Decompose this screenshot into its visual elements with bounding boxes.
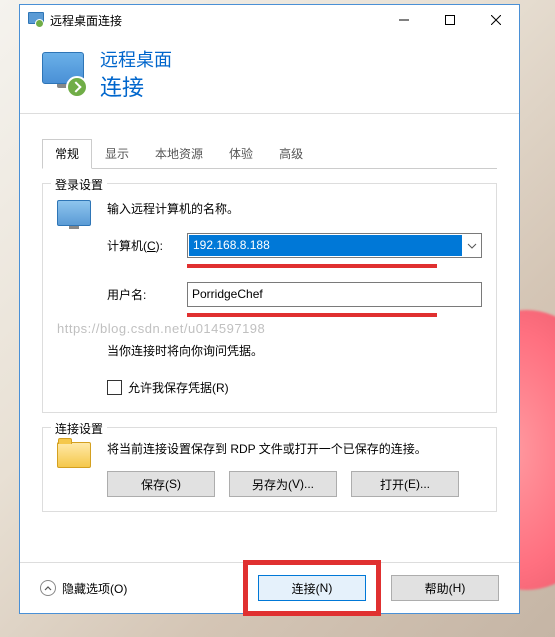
header-line2: 连接: [100, 70, 172, 102]
computer-icon: [57, 196, 107, 398]
close-button[interactable]: [473, 5, 519, 35]
chevron-up-icon: [40, 580, 56, 596]
login-group-title: 登录设置: [51, 176, 107, 193]
dialog-window: 远程桌面连接 远程桌面 连接 常规 显示 本地资源 体验 高级 登录: [19, 4, 520, 614]
checkbox-box-icon[interactable]: [107, 380, 122, 395]
folder-icon: [57, 440, 107, 497]
annotation-underline-username: [187, 313, 437, 317]
tab-experience[interactable]: 体验: [216, 139, 266, 169]
tab-general[interactable]: 常规: [42, 139, 92, 169]
login-prompt: 输入远程计算机的名称。: [107, 200, 482, 217]
conn-group-title: 连接设置: [51, 420, 107, 437]
username-input[interactable]: PorridgeChef: [187, 282, 482, 307]
minimize-button[interactable]: [381, 5, 427, 35]
open-button[interactable]: 打开(E)...: [351, 471, 459, 497]
watermark-text: https://blog.csdn.net/u014597198: [57, 321, 482, 336]
computer-combobox[interactable]: 192.168.8.188: [187, 233, 482, 258]
credentials-note: 当你连接时将向你询问凭据。: [107, 342, 482, 359]
app-icon: [28, 12, 44, 28]
computer-label: 计算机(C):: [107, 237, 187, 254]
save-as-button[interactable]: 另存为(V)...: [229, 471, 337, 497]
chevron-down-icon[interactable]: [463, 234, 481, 257]
tab-local-resources[interactable]: 本地资源: [142, 139, 216, 169]
annotation-underline-computer: [187, 264, 437, 268]
username-label: 用户名:: [107, 286, 187, 303]
annotation-connect-highlight: 连接(N): [243, 560, 381, 616]
tab-strip: 常规 显示 本地资源 体验 高级: [42, 138, 497, 169]
window-title: 远程桌面连接: [50, 12, 122, 29]
header-line1: 远程桌面: [100, 46, 172, 72]
titlebar: 远程桌面连接: [20, 5, 519, 35]
tab-display[interactable]: 显示: [92, 139, 142, 169]
conn-desc: 将当前连接设置保存到 RDP 文件或打开一个已保存的连接。: [107, 440, 482, 457]
maximize-button[interactable]: [427, 5, 473, 35]
save-button[interactable]: 保存(S): [107, 471, 215, 497]
hide-options-label: 隐藏选项(O): [62, 580, 127, 597]
computer-value[interactable]: 192.168.8.188: [189, 235, 462, 256]
hide-options-toggle[interactable]: 隐藏选项(O): [40, 580, 127, 597]
login-settings-group: 登录设置 输入远程计算机的名称。 计算机(C): 192.168.8.188: [42, 183, 497, 413]
dialog-footer: 隐藏选项(O) 连接(N) 帮助(H): [20, 562, 519, 613]
tab-advanced[interactable]: 高级: [266, 139, 316, 169]
checkbox-label: 允许我保存凭据(R): [128, 379, 229, 396]
rdp-icon: [42, 52, 86, 96]
dialog-header: 远程桌面 连接: [20, 35, 519, 114]
connection-settings-group: 连接设置 将当前连接设置保存到 RDP 文件或打开一个已保存的连接。 保存(S)…: [42, 427, 497, 512]
help-button[interactable]: 帮助(H): [391, 575, 499, 601]
connect-button[interactable]: 连接(N): [258, 575, 366, 601]
save-credentials-checkbox[interactable]: 允许我保存凭据(R): [107, 379, 482, 396]
